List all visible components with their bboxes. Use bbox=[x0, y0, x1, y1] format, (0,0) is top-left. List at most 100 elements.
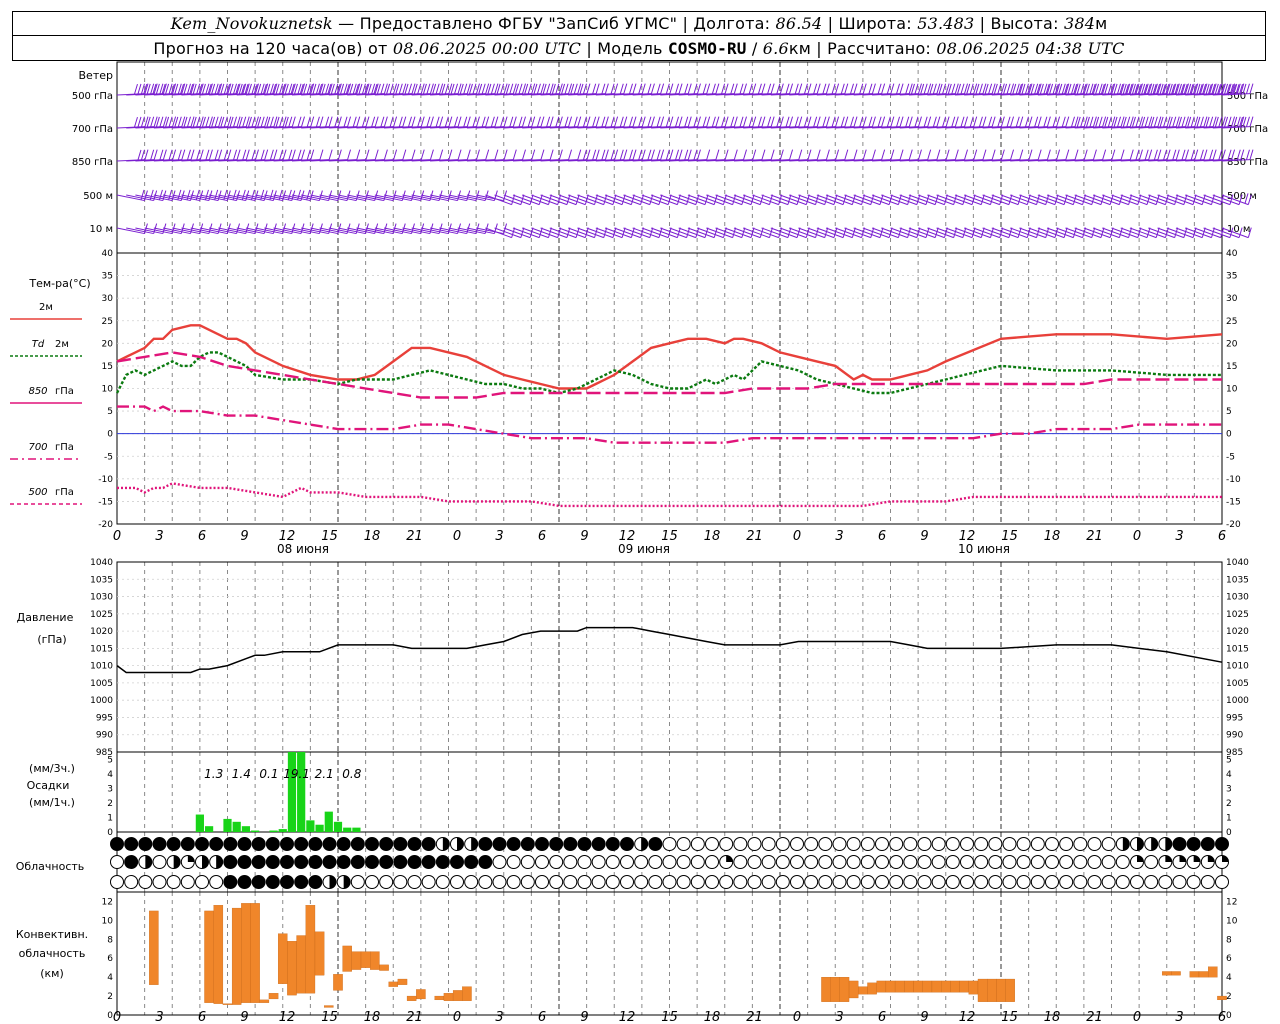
cloud-symbol bbox=[506, 875, 521, 889]
conv-ytick: 8 bbox=[107, 935, 113, 945]
cloud-symbol bbox=[620, 875, 634, 889]
temp-time-tick: 6 bbox=[878, 529, 886, 544]
wind-barb-feather bbox=[840, 116, 845, 127]
wind-barb-feather bbox=[1065, 149, 1070, 160]
wind-barb-feather bbox=[629, 149, 633, 160]
temp-time-tick: 6 bbox=[198, 529, 206, 544]
wind-barb-feather bbox=[527, 116, 532, 127]
temp-time-tick: 6 bbox=[1218, 529, 1226, 544]
wind-barb-feather bbox=[667, 227, 672, 238]
conv-time-tick: 6 bbox=[198, 1010, 206, 1024]
wind-barb-feather bbox=[503, 116, 508, 127]
wind-barb-feather bbox=[547, 194, 552, 205]
wind-barb-feather bbox=[647, 83, 652, 94]
cloud-symbol bbox=[974, 837, 989, 851]
wind-barb-feather bbox=[989, 194, 994, 205]
wind-barb-feather bbox=[1201, 194, 1206, 205]
cloud-symbol bbox=[1215, 875, 1229, 889]
wind-barb-feather bbox=[512, 116, 517, 127]
wind-barb-feather bbox=[328, 116, 333, 127]
wind-barb-feather bbox=[457, 149, 462, 160]
temp-ytick: -10 bbox=[98, 475, 113, 485]
wind-barb-feather bbox=[150, 149, 155, 160]
wind-barb-feather bbox=[251, 149, 256, 160]
wind-barb-feather bbox=[162, 149, 167, 160]
wind-barb-feather bbox=[1209, 116, 1214, 127]
temp-ytick: 40 bbox=[102, 249, 114, 259]
cloud-symbol bbox=[195, 837, 209, 851]
conv-bar bbox=[876, 980, 887, 993]
prec-ytick-right: 0 bbox=[1226, 828, 1232, 838]
wind-barb-feather bbox=[490, 116, 495, 127]
cloud-symbol bbox=[790, 837, 804, 851]
wind-barb-feather bbox=[794, 83, 799, 94]
wind-barb-feather bbox=[877, 83, 882, 94]
cloud-symbol bbox=[775, 855, 790, 869]
wind-barb-feather bbox=[842, 227, 847, 238]
wind-barb-feather bbox=[733, 83, 738, 94]
wind-barb-feather bbox=[1175, 149, 1180, 160]
wind-barb-feather bbox=[251, 116, 256, 127]
wind-barb-feather bbox=[365, 149, 370, 160]
cloud-symbol bbox=[365, 855, 379, 869]
wind-barb-feather bbox=[752, 149, 757, 160]
wind-barb-feather bbox=[805, 227, 810, 238]
conv-time-tick: 9 bbox=[240, 1010, 248, 1024]
wind-barb-feather bbox=[647, 116, 652, 127]
conv-title-1: Конвективн. bbox=[16, 928, 88, 941]
wind-barb-feather bbox=[964, 149, 968, 160]
wind-barb-feather bbox=[529, 227, 534, 238]
wind-barb-feather bbox=[429, 149, 434, 160]
conv-bar bbox=[821, 977, 831, 1002]
wind-barb-feather bbox=[640, 194, 645, 205]
precip-bar bbox=[241, 826, 251, 832]
wind-level-label: 10 м bbox=[90, 224, 113, 235]
wind-level-label: 700 гПа bbox=[72, 124, 113, 135]
wind-barb-feather bbox=[722, 194, 727, 205]
wind-barb-feather bbox=[420, 149, 425, 160]
cloud-symbol bbox=[917, 837, 932, 851]
wind-barb-feather bbox=[269, 149, 274, 160]
cloud-symbol bbox=[1016, 855, 1031, 869]
conv-bar bbox=[1198, 971, 1209, 978]
wind-barb-feather bbox=[794, 116, 799, 127]
cloud-symbol bbox=[265, 837, 280, 851]
wind-barb-feather bbox=[374, 116, 379, 127]
cloud-symbol bbox=[747, 837, 762, 851]
wind-barb-feather bbox=[1034, 116, 1039, 127]
wind-barb-feather bbox=[233, 149, 238, 160]
wind-barb-feather bbox=[1061, 116, 1066, 127]
wind-barb-feather bbox=[739, 116, 744, 127]
wind-barb-feather bbox=[557, 227, 562, 238]
wind-barb-feather bbox=[916, 194, 921, 205]
pres-ytick: 995 bbox=[96, 713, 113, 723]
wind-barb-feather bbox=[803, 83, 808, 94]
pres-ytick: 1030 bbox=[90, 593, 113, 603]
wind-barb-feather bbox=[310, 149, 315, 160]
cloud-symbol bbox=[577, 837, 592, 851]
wind-barb-feather bbox=[899, 116, 904, 127]
wind-barb-feather bbox=[693, 83, 698, 94]
prec-ytick-right: 3 bbox=[1226, 784, 1232, 794]
wind-barb-feather bbox=[752, 83, 757, 94]
cloud-symbol bbox=[1002, 875, 1017, 889]
wind-barb-feather bbox=[943, 194, 948, 205]
cloud-symbol bbox=[1172, 837, 1187, 851]
wind-barb-feather bbox=[1092, 149, 1097, 160]
wind-level-label: 850 гПа bbox=[72, 157, 113, 168]
wind-barb-feather bbox=[205, 149, 210, 160]
cloud-symbol bbox=[634, 855, 649, 869]
wind-barb-feather bbox=[610, 116, 615, 127]
wind-barb-feather bbox=[389, 83, 394, 94]
wind-barb-feather bbox=[917, 149, 922, 160]
cloud-symbol bbox=[280, 875, 294, 889]
conv-bar bbox=[931, 980, 942, 993]
wind-barb-feather bbox=[667, 194, 672, 205]
cloud-symbol bbox=[931, 837, 946, 851]
wind-barb-feather bbox=[871, 116, 876, 127]
temp-time-tick: 3 bbox=[495, 529, 503, 544]
conv-time-tick: 3 bbox=[1175, 1010, 1183, 1024]
wind-barb-feather bbox=[1043, 116, 1048, 127]
cloud-symbol bbox=[152, 855, 167, 869]
wind-barb-feather bbox=[1046, 149, 1051, 160]
